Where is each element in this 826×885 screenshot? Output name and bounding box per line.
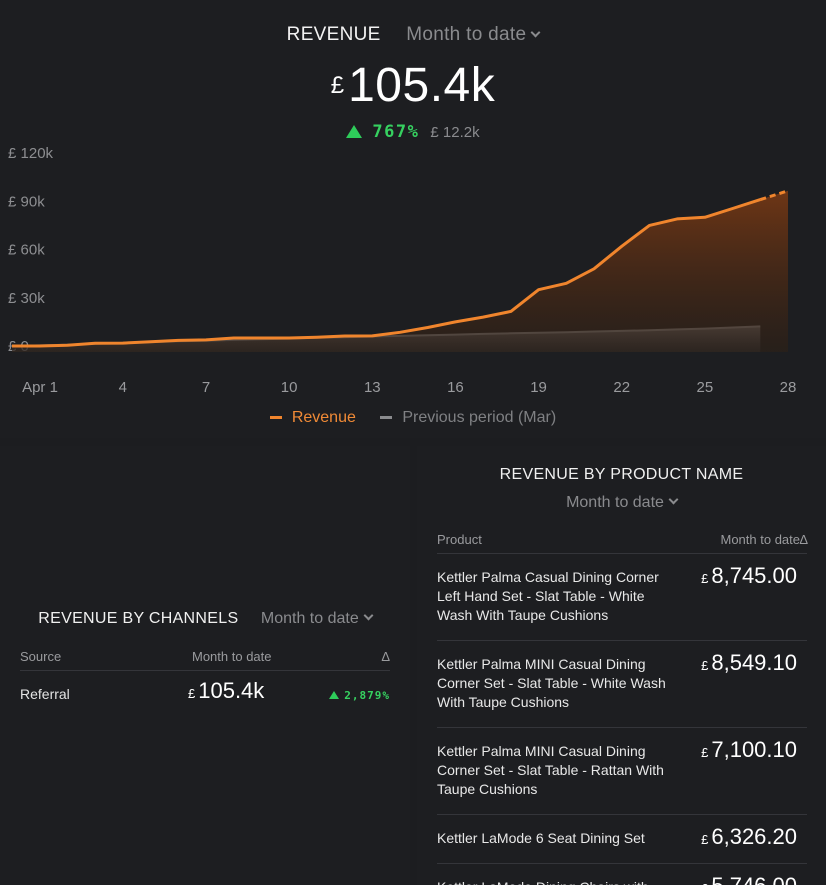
channel-delta-value: 2,879% xyxy=(344,689,390,702)
legend-swatch-previous xyxy=(380,416,393,419)
products-period-dropdown[interactable]: Month to date xyxy=(417,494,826,512)
x-axis: Apr 1 4 7 10 13 16 19 22 25 28 xyxy=(22,379,796,396)
channel-source: Referral xyxy=(20,686,70,702)
channels-table-header: Source Month to date Δ xyxy=(20,649,390,671)
channel-value: £105.4k xyxy=(188,678,264,704)
product-value-number: 7,100.10 xyxy=(711,737,797,762)
column-header-delta: Δ xyxy=(381,649,390,664)
product-value: £8,745.00 xyxy=(701,563,797,589)
x-tick-label: 10 xyxy=(281,379,298,396)
product-name: Kettler Palma MINI Casual Dining Corner … xyxy=(437,656,666,710)
column-header-product: Product xyxy=(437,532,482,547)
y-axis: £ 0£ 30k£ 60k£ 90k£ 120k xyxy=(8,145,54,355)
column-header-month-to-date: Month to date xyxy=(192,649,272,664)
product-name: Kettler Palma Casual Dining Corner Left … xyxy=(437,569,659,623)
y-tick-label: £ 120k xyxy=(8,145,54,162)
legend-item-previous[interactable]: Previous period (Mar) xyxy=(380,409,556,427)
x-tick-label: 4 xyxy=(119,379,127,396)
products-table-body: Kettler Palma Casual Dining Corner Left … xyxy=(437,554,807,885)
product-name: Kettler LaMode 6 Seat Dining Set xyxy=(437,830,645,846)
products-period-label: Month to date xyxy=(566,494,664,511)
product-value: £5,746.00 xyxy=(701,873,797,885)
x-tick-label: 22 xyxy=(613,379,630,396)
product-value: £6,326.20 xyxy=(701,824,797,850)
x-tick-label: 13 xyxy=(364,379,381,396)
products-table-header: Product Month to date Δ xyxy=(437,532,808,554)
table-row[interactable]: Kettler Palma Casual Dining Corner Left … xyxy=(437,554,807,641)
y-tick-label: £ 30k xyxy=(8,290,45,307)
legend-item-revenue[interactable]: Revenue xyxy=(269,408,356,427)
chevron-down-icon xyxy=(668,494,679,505)
currency-symbol: £ xyxy=(701,571,709,586)
revenue-value: 105.4k xyxy=(348,59,496,112)
product-name: Kettler Palma MINI Casual Dining Corner … xyxy=(437,743,664,797)
x-tick-label: Apr 1 xyxy=(22,379,58,396)
channel-delta: 2,879% xyxy=(329,689,390,702)
currency-symbol: £ xyxy=(188,686,196,701)
currency-symbol: £ xyxy=(701,832,709,847)
revenue-period-label: Month to date xyxy=(406,24,527,45)
y-tick-label: £ 90k xyxy=(8,193,45,210)
revenue-currency: £ xyxy=(330,72,345,99)
table-row[interactable]: Referral £105.4k 2,879% xyxy=(20,672,390,716)
revenue-previous-value: £ 12.2k xyxy=(430,124,480,141)
revenue-change-pct: 767% xyxy=(372,122,420,142)
column-header-month-to-date: Month to date xyxy=(720,532,801,547)
revenue-by-channels-widget: REVENUE BY CHANNELS Month to date Source… xyxy=(0,446,410,885)
table-row[interactable]: Kettler Palma MINI Casual Dining Corner … xyxy=(437,728,807,815)
chart-legend: Revenue Previous period (Mar) xyxy=(0,406,826,427)
product-value-number: 8,549.10 xyxy=(711,650,797,675)
revenue-area xyxy=(12,190,788,352)
chevron-down-icon xyxy=(363,610,374,621)
y-tick-label: £ 60k xyxy=(8,242,45,259)
legend-swatch-revenue xyxy=(269,416,282,419)
revenue-widget: REVENUE Month to date £105.4k 767% £ 12.… xyxy=(0,0,826,438)
chevron-down-icon xyxy=(530,27,541,38)
revenue-change: 767% £ 12.2k xyxy=(0,121,826,142)
table-row[interactable]: Kettler Palma MINI Casual Dining Corner … xyxy=(437,641,807,728)
trend-up-icon xyxy=(329,691,340,699)
revenue-total: £105.4k xyxy=(0,58,826,113)
column-header-source: Source xyxy=(20,649,62,664)
legend-label-previous: Previous period (Mar) xyxy=(402,408,557,426)
product-value-number: 6,326.20 xyxy=(711,824,797,849)
currency-symbol: £ xyxy=(701,745,709,760)
x-tick-label: 25 xyxy=(697,379,714,396)
channel-value-number: 105.4k xyxy=(198,678,265,703)
revenue-title: REVENUE xyxy=(286,24,381,45)
x-tick-label: 28 xyxy=(780,379,797,396)
table-row[interactable]: Kettler LaMode Dining Chairs with £5,746… xyxy=(437,864,807,885)
x-tick-label: 16 xyxy=(447,379,464,396)
legend-label-revenue: Revenue xyxy=(291,408,356,426)
channels-period-dropdown[interactable]: Month to date xyxy=(260,610,374,627)
product-value-number: 8,745.00 xyxy=(711,563,797,588)
channels-title: REVENUE BY CHANNELS xyxy=(38,610,239,627)
product-value-number: 5,746.00 xyxy=(711,873,797,885)
channels-period-label: Month to date xyxy=(260,610,359,627)
table-row[interactable]: Kettler LaMode 6 Seat Dining Set £6,326.… xyxy=(437,815,807,864)
revenue-by-product-widget: REVENUE BY PRODUCT NAME Month to date Pr… xyxy=(417,446,826,885)
revenue-header: REVENUE Month to date xyxy=(0,24,826,46)
products-title: REVENUE BY PRODUCT NAME xyxy=(499,466,744,483)
column-header-delta: Δ xyxy=(799,532,808,547)
x-tick-label: 7 xyxy=(202,379,210,396)
product-value: £8,549.10 xyxy=(701,650,797,676)
currency-symbol: £ xyxy=(701,658,709,673)
product-name: Kettler LaMode Dining Chairs with xyxy=(437,864,677,885)
channels-header: REVENUE BY CHANNELS Month to date xyxy=(0,610,410,628)
x-tick-label: 19 xyxy=(530,379,547,396)
product-value: £7,100.10 xyxy=(701,737,797,763)
revenue-period-dropdown[interactable]: Month to date xyxy=(406,24,541,45)
currency-symbol: £ xyxy=(701,881,708,885)
trend-up-icon xyxy=(346,125,363,138)
revenue-chart: £ 0£ 30k£ 60k£ 90k£ 120k Apr 14710131619… xyxy=(8,145,796,396)
